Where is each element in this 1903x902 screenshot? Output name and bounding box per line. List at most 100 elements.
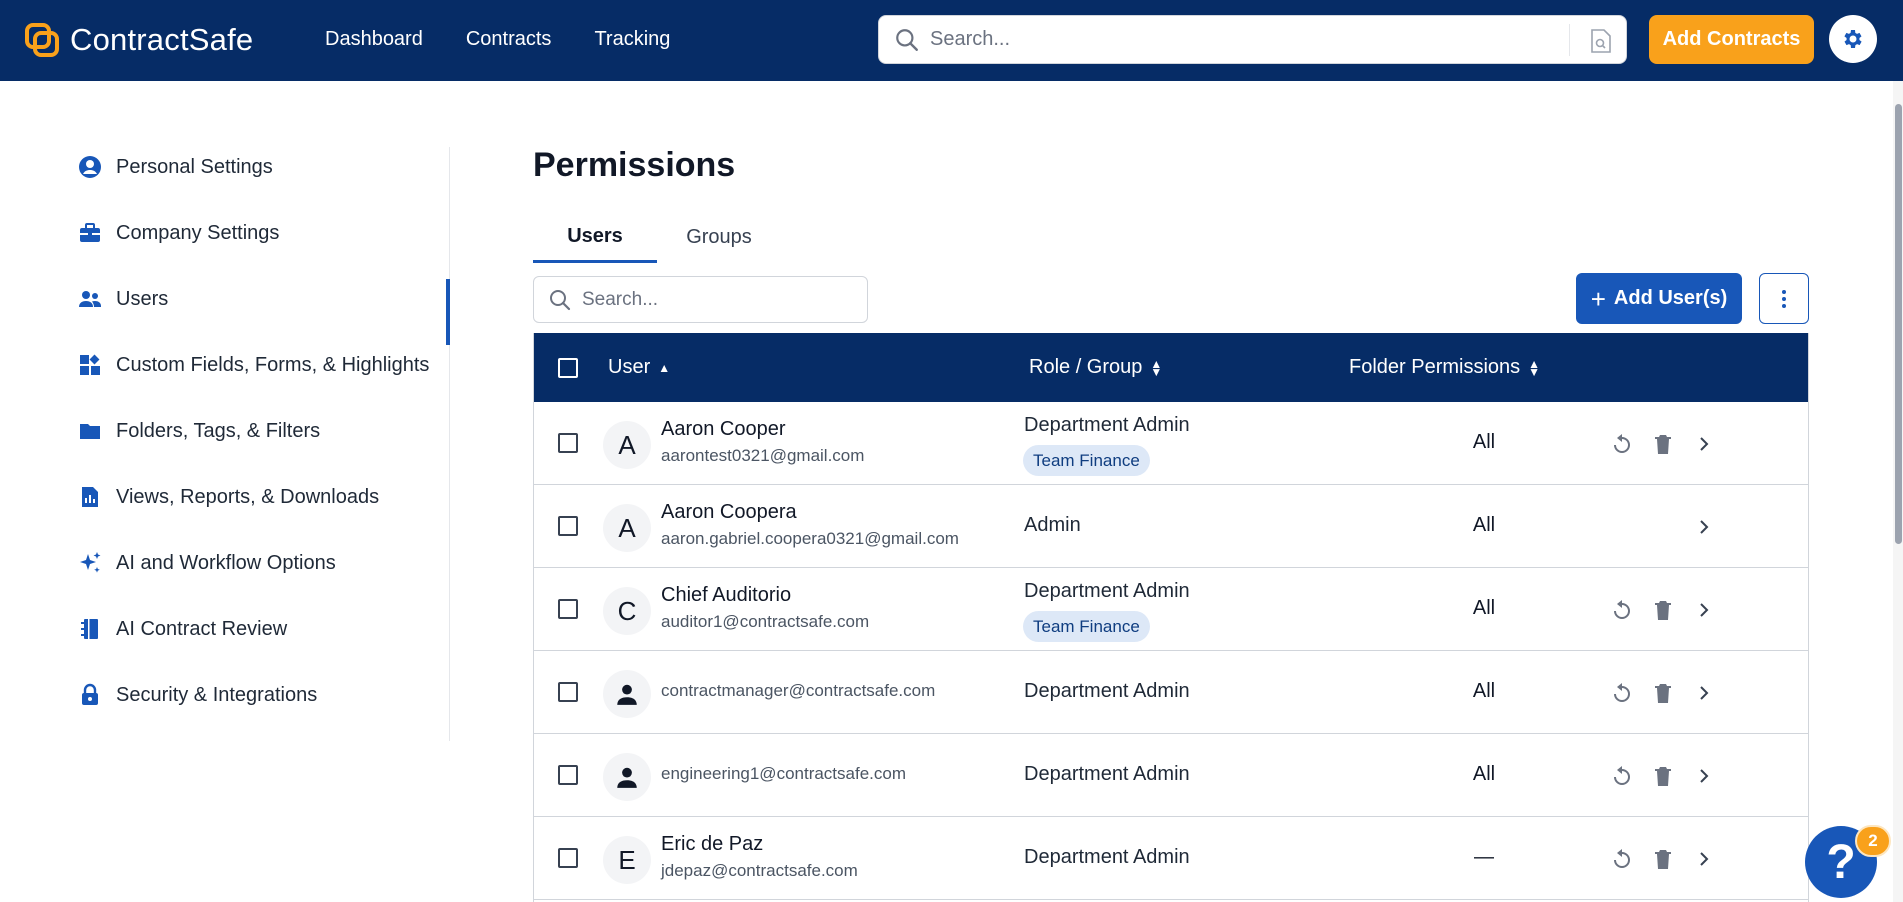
person-icon — [617, 684, 637, 705]
delete-user-button[interactable] — [1650, 680, 1676, 706]
sidebar-item-personal-settings[interactable]: Personal Settings — [78, 147, 438, 187]
sidebar-item-label: Company Settings — [116, 221, 280, 244]
row-checkbox[interactable] — [558, 599, 578, 619]
row-details-button[interactable] — [1691, 597, 1717, 623]
sidebar-item-ai-workflow[interactable]: AI and Workflow Options — [78, 543, 438, 583]
chevron-right-icon — [1692, 432, 1716, 456]
table-row[interactable]: C Chief Auditorio auditor1@contractsafe.co… — [534, 568, 1808, 651]
folder-permissions: All — [1472, 431, 1496, 453]
settings-button[interactable] — [1829, 15, 1877, 63]
permissions-tabs: Users Groups — [533, 212, 1808, 263]
row-checkbox-cell — [558, 765, 578, 785]
delete-user-button[interactable] — [1650, 597, 1676, 623]
user-search-input[interactable] — [582, 288, 852, 311]
sidebar-item-users[interactable]: Users — [78, 279, 438, 319]
folder-permissions: All — [1472, 597, 1496, 619]
trash-icon — [1651, 598, 1675, 622]
row-checkbox[interactable] — [558, 516, 578, 536]
sidebar-item-company-settings[interactable]: Company Settings — [78, 213, 438, 253]
row-details-button[interactable] — [1691, 846, 1717, 872]
column-role-group[interactable]: Role / Group ▲ ▼ — [1029, 333, 1162, 402]
scrollbar-thumb[interactable] — [1895, 104, 1902, 544]
table-row[interactable]: engineering1@contractsafe.com Department … — [534, 734, 1808, 817]
reset-password-button[interactable] — [1609, 680, 1635, 706]
row-details-button[interactable] — [1691, 680, 1717, 706]
row-checkbox[interactable] — [558, 765, 578, 785]
sidebar-item-views-reports[interactable]: Views, Reports, & Downloads — [78, 477, 438, 517]
reset-icon — [1610, 598, 1634, 622]
row-details-button[interactable] — [1691, 514, 1717, 540]
table-row[interactable]: contractmanager@contractsafe.com Departme… — [534, 651, 1808, 734]
row-checkbox[interactable] — [558, 433, 578, 453]
delete-user-button[interactable] — [1650, 846, 1676, 872]
document-search-icon[interactable] — [1590, 28, 1612, 54]
user-email: aaron.gabriel.coopera0321@gmail.com — [661, 529, 959, 548]
tab-groups[interactable]: Groups — [657, 212, 781, 263]
avatar: A — [603, 421, 651, 469]
search-icon — [550, 289, 571, 310]
reset-password-button[interactable] — [1609, 763, 1635, 789]
global-search-input[interactable] — [930, 28, 1550, 51]
help-icon: ? — [1826, 835, 1856, 889]
user-role: Department Admin — [1024, 414, 1190, 436]
chevron-right-icon — [1692, 515, 1716, 539]
sidebar-item-custom-fields[interactable]: Custom Fields, Forms, & Highlights — [78, 345, 438, 385]
column-user[interactable]: User ▲ — [608, 333, 670, 402]
sidebar-item-ai-contract-review[interactable]: AI Contract Review — [78, 609, 438, 649]
user-email: aarontest0321@gmail.com — [661, 446, 865, 465]
delete-user-button[interactable] — [1650, 763, 1676, 789]
users-icon — [79, 291, 101, 307]
reset-password-button[interactable] — [1609, 597, 1635, 623]
select-all-checkbox[interactable] — [558, 357, 578, 378]
sidebar-item-label: Views, Reports, & Downloads — [116, 485, 380, 508]
add-users-label: Add User(s) — [1613, 287, 1728, 309]
tab-users[interactable]: Users — [533, 212, 657, 263]
avatar-initial: E — [618, 844, 636, 875]
search-divider — [1569, 24, 1570, 56]
add-contracts-button[interactable]: Add Contracts — [1649, 15, 1814, 64]
more-options-button[interactable] — [1759, 273, 1809, 324]
table-row[interactable]: A Aaron Coopera aaron.gabriel.coopera0321@… — [534, 485, 1808, 568]
avatar-initial: A — [618, 512, 636, 543]
reset-password-button[interactable] — [1609, 431, 1635, 457]
reset-password-button[interactable] — [1609, 846, 1635, 872]
nav-dashboard[interactable]: Dashboard — [325, 24, 423, 55]
folder-icon — [80, 424, 100, 439]
sidebar-item-security[interactable]: Security & Integrations — [78, 675, 438, 715]
avatar — [603, 670, 651, 718]
table-row[interactable]: A Aaron Cooper aarontest0321@gmail.com Depa… — [534, 402, 1808, 485]
table-row[interactable]: E Eric de Paz jdepaz@contractsafe.com Depar… — [534, 817, 1808, 900]
folder-permissions: — — [1474, 846, 1494, 868]
row-checkbox[interactable] — [558, 682, 578, 702]
nav-contracts[interactable]: Contracts — [466, 24, 552, 55]
column-role-label: Role / Group — [1029, 356, 1143, 378]
table-header: User ▲ Role / Group ▲ ▼ Folder Permission… — [534, 333, 1808, 402]
row-details-button[interactable] — [1691, 763, 1717, 789]
row-checkbox[interactable] — [558, 848, 578, 868]
sidebar-active-indicator — [446, 279, 450, 345]
avatar: E — [603, 836, 651, 884]
main-nav: Dashboard Contracts Tracking — [325, 24, 713, 55]
users-table: User ▲ Role / Group ▲ ▼ Folder Permission… — [533, 333, 1809, 902]
row-checkbox-cell — [558, 848, 578, 868]
sidebar-item-label: Personal Settings — [116, 155, 273, 178]
nav-tracking[interactable]: Tracking — [594, 24, 670, 55]
delete-user-button[interactable] — [1650, 431, 1676, 457]
app-name: ContractSafe — [70, 22, 254, 57]
column-folder-permissions[interactable]: Folder Permissions ▲ ▼ — [1349, 333, 1540, 402]
chevron-right-icon — [1692, 847, 1716, 871]
row-checkbox-cell — [558, 682, 578, 702]
sidebar-item-label: AI Contract Review — [116, 617, 288, 640]
global-search — [878, 15, 1627, 64]
user-email: auditor1@contractsafe.com — [661, 612, 870, 631]
user-circle-icon — [79, 156, 101, 178]
avatar — [603, 753, 651, 801]
avatar-initial: A — [618, 429, 636, 460]
sidebar-item-folders[interactable]: Folders, Tags, & Filters — [78, 411, 438, 451]
user-email: engineering1@contractsafe.com — [661, 764, 907, 783]
add-users-button[interactable]: + Add User(s) — [1576, 273, 1742, 324]
user-role: Department Admin — [1024, 846, 1190, 868]
row-details-button[interactable] — [1691, 431, 1717, 457]
contractsafe-logo[interactable]: ContractSafe — [22, 18, 253, 62]
logo-icon — [25, 23, 59, 57]
